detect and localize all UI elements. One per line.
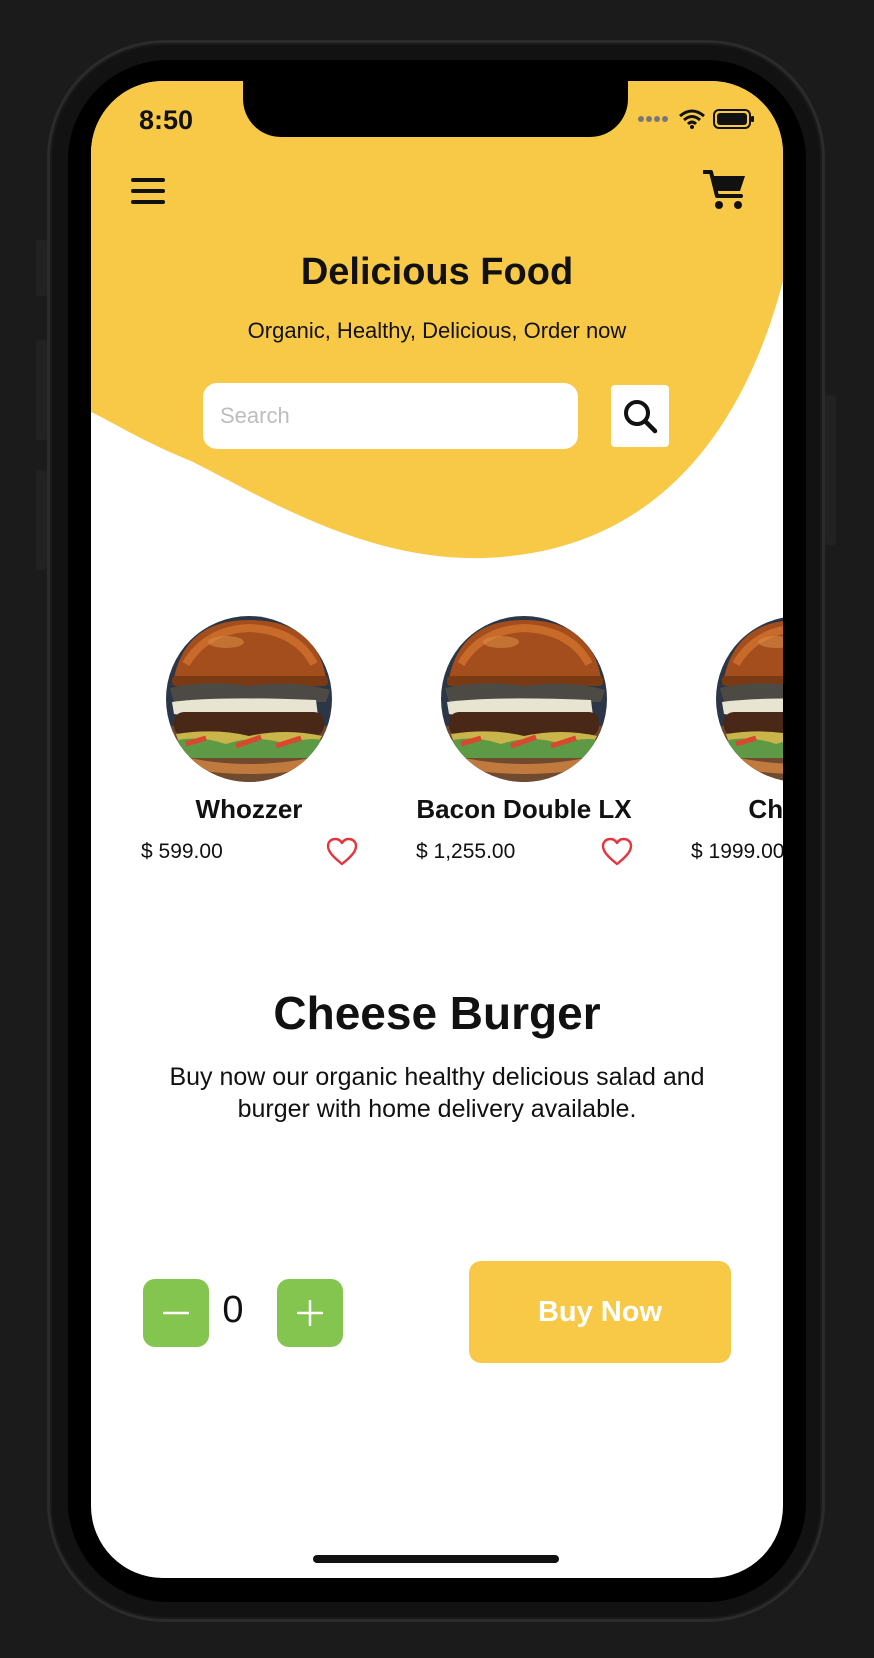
phone-side-button — [825, 395, 836, 545]
product-card[interactable]: Bacon Double LX $ 1,255.00 — [416, 616, 656, 876]
search-input[interactable] — [203, 383, 578, 449]
phone-side-button — [36, 240, 47, 296]
status-icons — [637, 109, 755, 129]
phone-side-button — [36, 470, 47, 570]
product-detail-title: Cheese Burger — [273, 987, 601, 1039]
notch — [243, 81, 628, 137]
product-name: Whozzer — [195, 794, 303, 824]
product-name: Bacon Double LX — [416, 794, 632, 824]
increment-button[interactable] — [277, 1279, 343, 1347]
product-price: $ 599.00 — [141, 840, 223, 863]
hamburger-menu-icon[interactable] — [131, 177, 165, 210]
page-subtitle: Organic, Healthy, Delicious, Order now — [247, 318, 627, 343]
product-carousel[interactable]: Whozzer $ 599.00 Bacon Double LX $ 1,255… — [91, 616, 783, 876]
minus-icon — [163, 1311, 189, 1315]
quantity-value: 0 — [222, 1289, 244, 1331]
cart-icon[interactable] — [702, 169, 747, 216]
status-time: 8:50 — [139, 105, 194, 135]
product-card[interactable]: Chicken $ 1999.00 — [691, 616, 783, 876]
heart-outline-icon[interactable] — [601, 836, 633, 868]
signal-icon — [638, 116, 668, 122]
app-screen: 8:50 Delicious Food Organic, Healthy, De… — [91, 81, 783, 1578]
product-name: Chicken — [748, 794, 783, 824]
battery-icon — [713, 109, 754, 129]
product-price: $ 1,255.00 — [416, 840, 516, 863]
decrement-button[interactable] — [143, 1279, 209, 1347]
product-image — [716, 616, 783, 782]
home-indicator[interactable] — [313, 1555, 559, 1563]
product-card[interactable]: Whozzer $ 599.00 — [141, 616, 381, 876]
phone-side-button — [36, 340, 47, 440]
wifi-icon — [679, 109, 705, 129]
search-button[interactable] — [611, 385, 669, 447]
product-price: $ 1999.00 — [691, 840, 783, 863]
product-image — [166, 616, 332, 782]
product-image — [441, 616, 607, 782]
heart-outline-icon[interactable] — [326, 836, 358, 868]
page-title: Delicious Food — [300, 251, 574, 293]
search-icon — [624, 400, 658, 434]
buy-now-button[interactable]: Buy Now — [469, 1261, 731, 1363]
product-detail-description: Buy now our organic healthy delicious sa… — [169, 1063, 705, 1123]
plus-icon — [297, 1300, 323, 1326]
